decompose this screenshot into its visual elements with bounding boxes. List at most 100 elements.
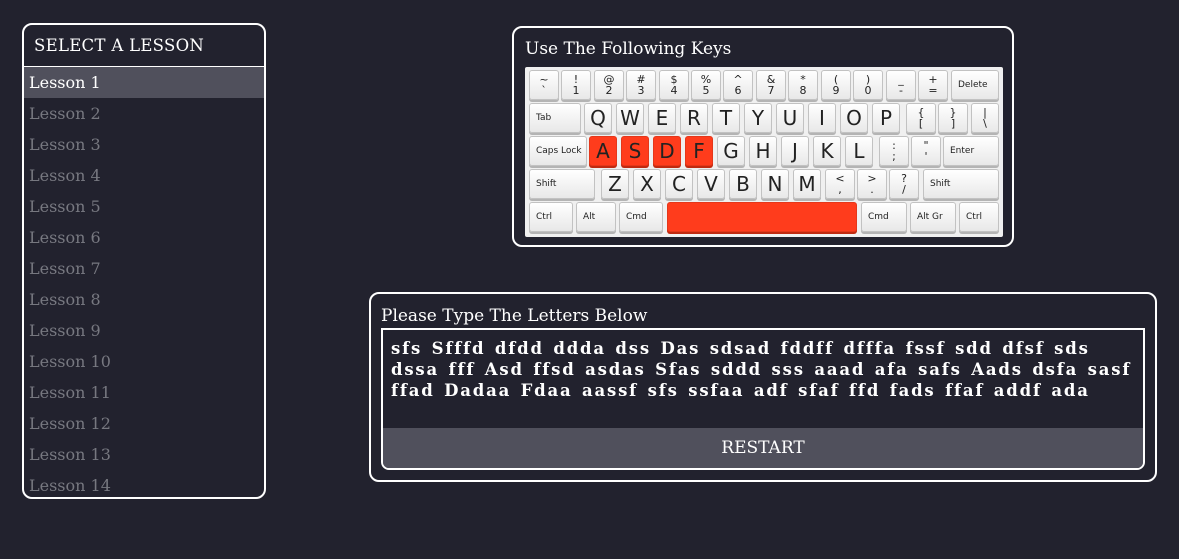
typing-panel-title: Please Type The Letters Below [381, 306, 648, 326]
key-i: I [808, 103, 836, 133]
lesson-item[interactable]: Lesson 3 [24, 129, 264, 160]
lesson-item[interactable]: Lesson 12 [24, 408, 264, 439]
key-r: R [680, 103, 708, 133]
key-space [667, 202, 857, 232]
key-j: J [781, 136, 809, 166]
key-m: M [793, 169, 821, 199]
key-base-symbol: = [928, 84, 938, 97]
key-0-9: (9 [821, 70, 851, 100]
key-cmd: Cmd [861, 202, 907, 232]
key-f: F [685, 136, 713, 166]
lesson-item[interactable]: Lesson 1 [24, 67, 264, 98]
key-enter: Enter [943, 136, 999, 166]
key-0-4: $4 [659, 70, 689, 100]
key-0-6: ^ 6 [723, 70, 753, 100]
key-0-1: ! 1 [561, 70, 591, 100]
lesson-item[interactable]: Lesson 14 [24, 470, 264, 497]
key-ctrl: Ctrl [529, 202, 573, 232]
key-g: G [717, 136, 745, 166]
key-base-symbol: ] [950, 117, 956, 130]
key-base-symbol: ' [924, 150, 928, 163]
key-1-12: }] [938, 103, 968, 133]
key-delete: Delete [951, 70, 999, 100]
lesson-item[interactable]: Lesson 5 [24, 191, 264, 222]
key-caps-lock: Caps Lock [529, 136, 587, 166]
key-y: Y [744, 103, 772, 133]
key-base-symbol: 3 [637, 84, 645, 97]
key-base-symbol: \ [983, 117, 987, 130]
key-l: L [845, 136, 873, 166]
lesson-item[interactable]: Lesson 11 [24, 377, 264, 408]
key-u: U [776, 103, 804, 133]
key-o: O [840, 103, 868, 133]
key-b: B [729, 169, 757, 199]
lesson-item[interactable]: Lesson 10 [24, 346, 264, 377]
lesson-item[interactable]: Lesson 2 [24, 98, 264, 129]
lesson-item[interactable]: Lesson 6 [24, 222, 264, 253]
key-3-9: >. [857, 169, 887, 199]
key-0-0: ~ ` [529, 70, 559, 100]
key-h: H [749, 136, 777, 166]
key-0-3: #3 [626, 70, 656, 100]
key-1-13: | \ [971, 103, 999, 133]
keys-panel-title: Use The Following Keys [525, 39, 732, 59]
key-2-10: :; [879, 136, 909, 166]
key-q: Q [584, 103, 612, 133]
key-0-12: + = [918, 70, 948, 100]
key-0-5: % 5 [691, 70, 721, 100]
key-base-symbol: 1 [572, 84, 580, 97]
key-base-symbol: 8 [799, 84, 807, 97]
key-base-symbol: ` [541, 84, 547, 97]
key-d: D [653, 136, 681, 166]
key-w: W [616, 103, 644, 133]
key-alt: Alt [576, 202, 616, 232]
key-base-symbol: / [902, 183, 906, 196]
keys-panel: Use The Following Keys ~ `! 1 @2 #3 $4% 5 ^ 6 & 7 *… [512, 26, 1014, 247]
typing-area[interactable]: sfs Sfffd dfdd ddda dss Das sdsad fddff … [381, 328, 1145, 470]
key-t: T [712, 103, 740, 133]
key-p: P [872, 103, 900, 133]
key-z: Z [601, 169, 629, 199]
key-base-symbol: 0 [864, 84, 872, 97]
key-base-symbol: 9 [832, 84, 840, 97]
lesson-item[interactable]: Lesson 8 [24, 284, 264, 315]
lesson-item[interactable]: Lesson 4 [24, 160, 264, 191]
key-base-symbol: ; [892, 150, 896, 163]
lesson-list: Lesson 1 Lesson 2 Lesson 3 Lesson 4 Lesson 5… [24, 67, 264, 497]
keyboard-image: ~ `! 1 @2 #3 $4% 5 ^ 6 & 7 * 8(9) 0 _ - + = Delete Tab Q W E R T… [525, 67, 1003, 237]
key-0-10: ) 0 [853, 70, 883, 100]
key-0-8: * 8 [788, 70, 818, 100]
practice-text: sfs Sfffd dfdd ddda dss Das sdsad fddff … [391, 339, 1132, 400]
lesson-item[interactable]: Lesson 13 [24, 439, 264, 470]
key-base-symbol: 2 [605, 84, 613, 97]
restart-button[interactable]: RESTART [383, 428, 1143, 468]
key-c: C [665, 169, 693, 199]
key-3-10: ? / [889, 169, 919, 199]
lesson-item[interactable]: Lesson 7 [24, 253, 264, 284]
key-a: A [589, 136, 617, 166]
key-base-symbol: [ [918, 117, 924, 130]
key-0-7: & 7 [756, 70, 786, 100]
key-s: S [621, 136, 649, 166]
key-n: N [761, 169, 789, 199]
key-cmd: Cmd [619, 202, 663, 232]
key-shift: Shift [923, 169, 999, 199]
key-base-symbol: 7 [767, 84, 775, 97]
key-ctrl: Ctrl [959, 202, 999, 232]
typing-panel: Please Type The Letters Below sfs Sfffd … [369, 292, 1157, 482]
key-3-8: <, [825, 169, 855, 199]
key-0-2: @2 [594, 70, 624, 100]
lesson-panel: SELECT A LESSON Lesson 1 Lesson 2 Lesson 3… [22, 23, 266, 499]
key-2-11: " ' [911, 136, 941, 166]
key-base-symbol: - [899, 84, 903, 97]
key-e: E [648, 103, 676, 133]
key-x: X [633, 169, 661, 199]
key-tab: Tab [529, 103, 581, 133]
key-0-11: _ - [886, 70, 916, 100]
key-base-symbol: , [838, 183, 842, 196]
key-base-symbol: . [870, 183, 874, 196]
key-base-symbol: 4 [670, 84, 678, 97]
lesson-item[interactable]: Lesson 9 [24, 315, 264, 346]
key-base-symbol: 6 [734, 84, 742, 97]
key-base-symbol: 5 [702, 84, 710, 97]
